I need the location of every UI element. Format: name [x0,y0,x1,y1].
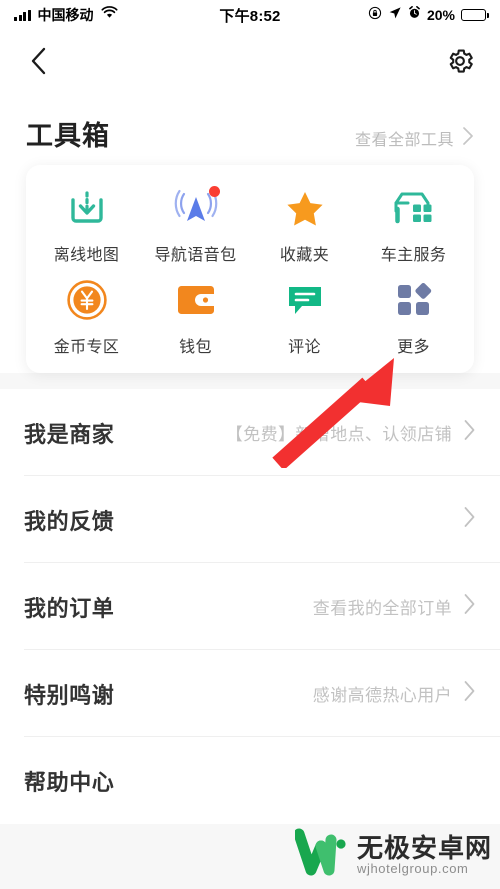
toolbox-header: 工具箱 查看全部工具 [0,96,500,163]
wallet-icon [173,279,219,321]
list-item-subtitle: 【免费】新增地点、认领店铺 [225,425,452,444]
tool-label: 车主服务 [380,247,447,264]
view-all-tools-link[interactable]: 查看全部工具 [355,126,474,151]
tool-item-navigation-voice[interactable]: 导航语音包 [141,186,250,265]
tool-label: 更多 [397,339,430,356]
more-grid-icon [391,279,437,321]
list-item-help-center[interactable]: 帮助中心 [0,737,500,824]
battery-low-icon [461,9,489,21]
gold-coin-icon [64,279,110,321]
battery-percent-label: 20% [426,7,455,23]
list-item-right: 查看我的全部订单 [313,593,476,620]
carrier-label: 中国移动 [37,7,94,23]
watermark-name-en: wjhotelgroup.com [356,861,469,877]
nav-bar [0,30,500,96]
chevron-right-icon [463,506,476,533]
list-item-title: 我是商家 [24,421,115,447]
tool-label: 收藏夹 [279,247,330,264]
list-item-subtitle: 感谢高德热心用户 [312,686,452,705]
tool-item-car-service[interactable]: 车主服务 [359,187,468,265]
status-bar: 中国移动 下午8:52 20% [0,0,500,30]
list-item-special-thanks[interactable]: 特别鸣谢 感谢高德热心用户 [0,650,500,737]
list-item-right: 【免费】新增地点、认领店铺 [226,419,476,446]
page-title: 工具箱 [26,121,110,151]
list-item-right: 感谢高德热心用户 [313,680,476,707]
navigation-voice-icon [173,186,220,229]
rotation-lock-icon [368,6,382,25]
notification-badge-dot [208,186,220,197]
list-item-title: 帮助中心 [24,769,115,795]
tool-label: 金币专区 [53,339,120,356]
chevron-right-icon [462,126,474,151]
tool-grid: 离线地图 导航语音包 收藏夹 车主服务 金币专区 钱包 评论 更多 [32,186,468,357]
list-item-feedback[interactable]: 我的反馈 [0,476,500,563]
star-icon [282,187,328,229]
watermark: 无极安卓网 wjhotelgroup.com [293,828,492,883]
tool-card-wrapper: 离线地图 导航语音包 收藏夹 车主服务 金币专区 钱包 评论 更多 [0,163,500,373]
tool-label: 离线地图 [53,247,120,264]
tool-label: 评论 [288,339,321,356]
tool-item-wallet[interactable]: 钱包 [141,279,250,357]
location-arrow-icon [388,6,402,25]
tool-item-comments[interactable]: 评论 [250,279,359,357]
list-item-title: 特别鸣谢 [24,682,115,708]
menu-list: 我是商家 【免费】新增地点、认领店铺 我的反馈 我的订单 查看我的全部订单 特别… [0,389,500,824]
list-item-merchant[interactable]: 我是商家 【免费】新增地点、认领店铺 [0,389,500,476]
watermark-text: 无极安卓网 wjhotelgroup.com [356,833,492,877]
gear-icon [445,46,475,81]
view-all-tools-label: 查看全部工具 [354,132,454,149]
back-chevron-icon [28,46,50,81]
status-bar-right: 20% [368,6,489,25]
tool-label: 钱包 [179,339,212,356]
car-service-icon [391,187,437,229]
tool-item-gold-coin[interactable]: 金币专区 [32,279,141,357]
chevron-right-icon [463,419,476,446]
list-item-title: 我的订单 [24,595,115,621]
tool-item-favorites[interactable]: 收藏夹 [250,187,359,265]
tool-card: 离线地图 导航语音包 收藏夹 车主服务 金币专区 钱包 评论 更多 [26,165,474,373]
list-item-title: 我的反馈 [24,508,115,534]
chevron-right-icon [463,593,476,620]
tool-item-offline-map[interactable]: 离线地图 [32,187,141,265]
status-bar-left: 中国移动 [14,5,118,25]
settings-button[interactable] [442,45,478,81]
comment-bubble-icon [282,279,328,321]
alarm-clock-icon [408,6,421,24]
list-item-orders[interactable]: 我的订单 查看我的全部订单 [0,563,500,650]
app-screen: 中国移动 下午8:52 20% 工具箱 查看全部工具 离线地图 导航语音包 收藏… [0,0,500,889]
watermark-name-cn: 无极安卓网 [356,833,492,864]
list-item-subtitle: 查看我的全部订单 [312,599,452,618]
wifi-icon [100,6,118,24]
tool-item-more[interactable]: 更多 [359,279,468,357]
clock-label: 下午8:52 [219,7,281,25]
offline-map-download-icon [64,187,110,229]
w-logo-icon [293,828,347,883]
signal-bars-icon [14,9,31,21]
list-item-right [452,506,476,533]
chevron-right-icon [463,680,476,707]
tool-label: 导航语音包 [154,247,237,264]
back-button[interactable] [22,46,56,80]
